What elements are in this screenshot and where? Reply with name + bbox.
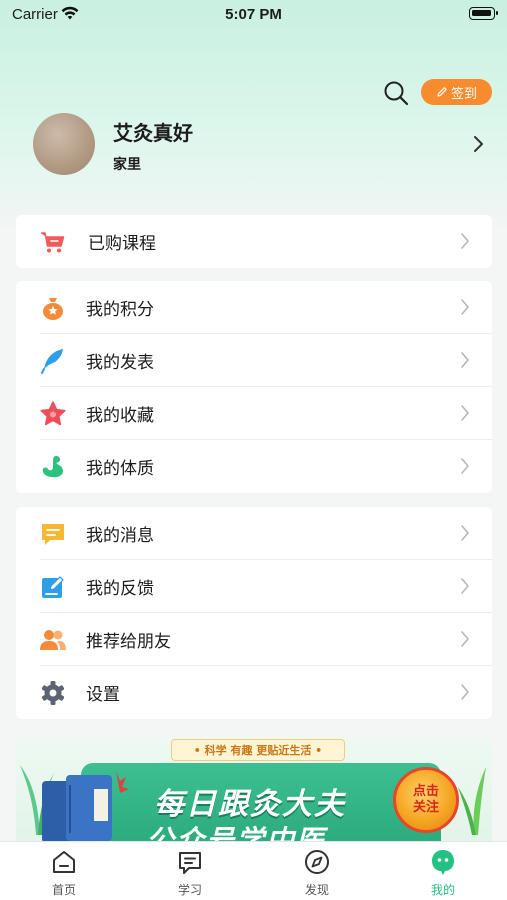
purchased-card: 已购课程 bbox=[16, 215, 492, 268]
battery-icon bbox=[469, 7, 498, 20]
tab-bar: 首页 学习 发现 我的 bbox=[0, 841, 507, 900]
menu-item-feedback[interactable]: 我的反馈 bbox=[16, 560, 492, 613]
menu-label: 我的发表 bbox=[86, 353, 154, 373]
tab-label: 发现 bbox=[304, 883, 329, 897]
menu-label: 我的积分 bbox=[86, 300, 154, 320]
cart-icon bbox=[41, 232, 65, 253]
tab-study[interactable]: 学习 bbox=[150, 848, 230, 898]
pencil-icon bbox=[437, 87, 447, 97]
menu-label: 我的收藏 bbox=[86, 406, 154, 426]
menu-item-constitution[interactable]: 我的体质 bbox=[16, 440, 492, 493]
user-subtitle: 家里 bbox=[113, 157, 141, 173]
menu-label: 已购课程 bbox=[88, 234, 156, 254]
menu-label: 我的消息 bbox=[86, 526, 154, 546]
study-icon bbox=[179, 852, 201, 874]
profile-chevron-icon[interactable] bbox=[470, 134, 486, 154]
chevron-right-icon bbox=[461, 233, 469, 249]
profile-face-icon bbox=[432, 850, 454, 875]
chevron-right-icon bbox=[461, 684, 469, 700]
muscle-icon bbox=[42, 456, 63, 478]
tab-discover[interactable]: 发现 bbox=[277, 848, 357, 898]
chevron-right-icon bbox=[461, 405, 469, 421]
menu-item-favorites[interactable]: 我的收藏 bbox=[16, 387, 492, 440]
compass-icon bbox=[305, 850, 329, 874]
star-icon bbox=[40, 401, 66, 426]
chevron-right-icon bbox=[461, 352, 469, 368]
gear-icon bbox=[41, 681, 65, 705]
banner-tagline: • 科学 有趣 更贴近生活 • bbox=[171, 739, 345, 761]
chevron-right-icon bbox=[461, 525, 469, 541]
banner-subheadline: 公众号学中医 bbox=[146, 824, 327, 841]
menu-label: 我的反馈 bbox=[86, 579, 154, 599]
tab-mine[interactable]: 我的 bbox=[403, 848, 483, 898]
message-icon bbox=[42, 524, 64, 545]
tab-home[interactable]: 首页 bbox=[24, 848, 104, 898]
home-icon bbox=[53, 851, 75, 873]
feedback-icon bbox=[42, 576, 64, 598]
banner-headline: 每日跟灸大夫 bbox=[154, 787, 346, 822]
user-name: 艾灸真好 bbox=[113, 121, 193, 145]
clock: 5:07 PM bbox=[225, 6, 282, 23]
signin-button[interactable]: 签到 bbox=[421, 79, 492, 105]
points-bag-icon bbox=[43, 298, 63, 320]
friends-icon bbox=[40, 630, 66, 650]
tab-label: 首页 bbox=[51, 883, 76, 897]
signin-label: 签到 bbox=[450, 86, 477, 102]
menu-group-1: 我的积分 我的发表 我的收藏 我的体质 bbox=[16, 281, 492, 493]
menu-item-points[interactable]: 我的积分 bbox=[16, 281, 492, 334]
menu-group-2: 我的消息 我的反馈 推荐给朋友 设置 bbox=[16, 507, 492, 719]
avatar[interactable] bbox=[33, 113, 95, 175]
follow-label-1: 点击 bbox=[412, 784, 439, 799]
menu-item-recommend[interactable]: 推荐给朋友 bbox=[16, 613, 492, 666]
chevron-right-icon bbox=[461, 458, 469, 474]
menu-label: 设置 bbox=[86, 685, 120, 705]
menu-item-posts[interactable]: 我的发表 bbox=[16, 334, 492, 387]
chevron-right-icon bbox=[461, 631, 469, 647]
follow-button[interactable]: 点击 关注 bbox=[393, 767, 459, 833]
follow-label-2: 关注 bbox=[412, 800, 439, 815]
menu-label: 我的体质 bbox=[86, 459, 154, 479]
menu-item-purchased[interactable]: 已购课程 bbox=[16, 215, 492, 268]
search-icon[interactable] bbox=[383, 80, 409, 106]
chevron-right-icon bbox=[461, 578, 469, 594]
menu-label: 推荐给朋友 bbox=[86, 632, 171, 652]
menu-item-messages[interactable]: 我的消息 bbox=[16, 507, 492, 560]
feather-icon bbox=[41, 349, 63, 374]
tab-label: 学习 bbox=[177, 883, 202, 897]
tab-label: 我的 bbox=[430, 883, 455, 897]
leaf-decoration-icon bbox=[458, 767, 486, 835]
wechat-follow-banner[interactable]: • 科学 有趣 更贴近生活 • 每日跟灸大夫 公众号学中医 点击 关注 bbox=[16, 735, 492, 841]
menu-item-settings[interactable]: 设置 bbox=[16, 666, 492, 719]
status-bar: Carrier 5:07 PM bbox=[0, 0, 507, 30]
chevron-right-icon bbox=[461, 299, 469, 315]
books-icon bbox=[42, 771, 129, 841]
